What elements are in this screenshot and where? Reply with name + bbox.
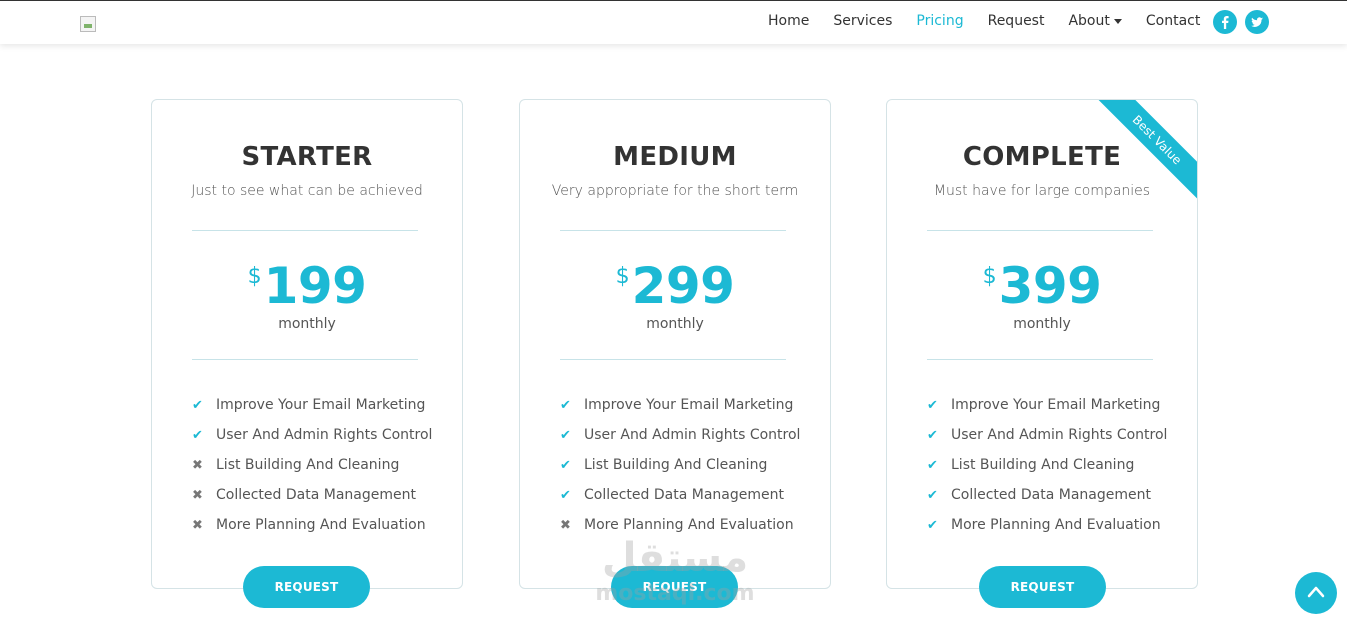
nav-about-dropdown[interactable]: About (1068, 13, 1122, 29)
feature-label: User And Admin Rights Control (216, 427, 433, 443)
nav-home-link[interactable]: Home (768, 13, 809, 29)
feature-item: ✔ More Planning And Evaluation (927, 510, 1167, 540)
check-icon: ✔ (192, 397, 203, 413)
plan-subtitle: Just to see what can be achieved (191, 183, 423, 199)
feature-list: ✔ Improve Your Email Marketing ✔ User And … (927, 390, 1167, 540)
feature-item: ✔ Collected Data Management (927, 480, 1167, 510)
price-amount: 299 (631, 257, 735, 315)
feature-item: ✔ User And Admin Rights Control (927, 420, 1167, 450)
pricing-card-complete: Best Value COMPLETE Must have for large … (886, 99, 1198, 589)
feature-label: List Building And Cleaning (584, 457, 768, 473)
price-period: monthly (278, 316, 336, 332)
request-button-starter[interactable]: REQUEST (243, 566, 370, 608)
cross-icon: ✖ (192, 487, 203, 503)
feature-item: ✖ More Planning And Evaluation (560, 510, 800, 540)
plan-title: STARTER (241, 142, 373, 172)
check-icon: ✔ (927, 517, 938, 533)
check-icon: ✔ (560, 397, 571, 413)
request-button-medium[interactable]: REQUEST (611, 566, 738, 608)
feature-item: ✔ List Building And Cleaning (927, 450, 1167, 480)
feature-item: ✔ Improve Your Email Marketing (927, 390, 1167, 420)
plan-price: $199 (152, 258, 462, 314)
check-icon: ✔ (927, 397, 938, 413)
chevron-up-icon (1307, 586, 1325, 598)
feature-item: ✖ Collected Data Management (192, 480, 432, 510)
scroll-to-top-button[interactable] (1295, 572, 1337, 614)
feature-label: User And Admin Rights Control (584, 427, 801, 443)
feature-item: ✔ Improve Your Email Marketing (560, 390, 800, 420)
feature-item: ✔ List Building And Cleaning (560, 450, 800, 480)
feature-item: ✖ More Planning And Evaluation (192, 510, 432, 540)
price-period: monthly (1013, 316, 1071, 332)
cross-icon: ✖ (192, 457, 203, 473)
cross-icon: ✖ (192, 517, 203, 533)
check-icon: ✔ (927, 457, 938, 473)
feature-label: More Planning And Evaluation (216, 517, 426, 533)
divider (927, 230, 1153, 231)
top-navbar: Home Services Pricing Request About Cont… (0, 0, 1347, 44)
feature-label: More Planning And Evaluation (951, 517, 1161, 533)
pricing-card-starter: STARTER Just to see what can be achieved… (151, 99, 463, 589)
divider (192, 230, 418, 231)
check-icon: ✔ (560, 487, 571, 503)
check-icon: ✔ (560, 457, 571, 473)
pricing-card-medium: MEDIUM Very appropriate for the short te… (519, 99, 831, 589)
check-icon: ✔ (927, 487, 938, 503)
feature-label: Collected Data Management (951, 487, 1151, 503)
facebook-icon[interactable] (1213, 10, 1237, 34)
feature-list: ✔ Improve Your Email Marketing ✔ User And … (192, 390, 432, 540)
divider (560, 230, 786, 231)
feature-label: User And Admin Rights Control (951, 427, 1168, 443)
nav-contact-link[interactable]: Contact (1146, 13, 1200, 29)
feature-item: ✔ User And Admin Rights Control (192, 420, 432, 450)
nav-pricing-link[interactable]: Pricing (916, 13, 963, 29)
request-button-complete[interactable]: REQUEST (979, 566, 1106, 608)
nav-about-label: About (1068, 13, 1110, 29)
check-icon: ✔ (192, 427, 203, 443)
nav-services-link[interactable]: Services (833, 13, 892, 29)
nav-links: Home Services Pricing Request About Cont… (768, 13, 1224, 29)
feature-label: Improve Your Email Marketing (951, 397, 1161, 413)
feature-label: Collected Data Management (216, 487, 416, 503)
currency-symbol: $ (247, 264, 262, 289)
check-icon: ✔ (560, 427, 571, 443)
feature-label: List Building And Cleaning (216, 457, 400, 473)
plan-title: MEDIUM (613, 142, 737, 172)
caret-down-icon (1113, 18, 1122, 24)
social-links (1213, 10, 1269, 34)
check-icon: ✔ (927, 427, 938, 443)
divider (192, 359, 418, 360)
plan-subtitle: Very appropriate for the short term (551, 183, 799, 199)
feature-label: Improve Your Email Marketing (216, 397, 426, 413)
feature-item: ✔ Improve Your Email Marketing (192, 390, 432, 420)
plan-price: $299 (520, 258, 830, 314)
plan-subtitle: Must have for large companies (933, 183, 1151, 199)
twitter-icon[interactable] (1245, 10, 1269, 34)
feature-label: Collected Data Management (584, 487, 784, 503)
feature-item: ✔ Collected Data Management (560, 480, 800, 510)
feature-item: ✔ User And Admin Rights Control (560, 420, 800, 450)
price-period: monthly (646, 316, 704, 332)
feature-label: List Building And Cleaning (951, 457, 1135, 473)
divider (927, 359, 1153, 360)
feature-label: Improve Your Email Marketing (584, 397, 794, 413)
price-amount: 399 (998, 257, 1102, 315)
logo-broken-image-icon[interactable] (80, 16, 96, 32)
currency-symbol: $ (615, 264, 630, 289)
price-amount: 199 (263, 257, 367, 315)
cross-icon: ✖ (560, 517, 571, 533)
feature-list: ✔ Improve Your Email Marketing ✔ User And … (560, 390, 800, 540)
currency-symbol: $ (982, 264, 997, 289)
plan-title: COMPLETE (962, 142, 1122, 172)
nav-request-link[interactable]: Request (988, 13, 1045, 29)
feature-item: ✖ List Building And Cleaning (192, 450, 432, 480)
feature-label: More Planning And Evaluation (584, 517, 794, 533)
divider (560, 359, 786, 360)
plan-price: $399 (887, 258, 1197, 314)
